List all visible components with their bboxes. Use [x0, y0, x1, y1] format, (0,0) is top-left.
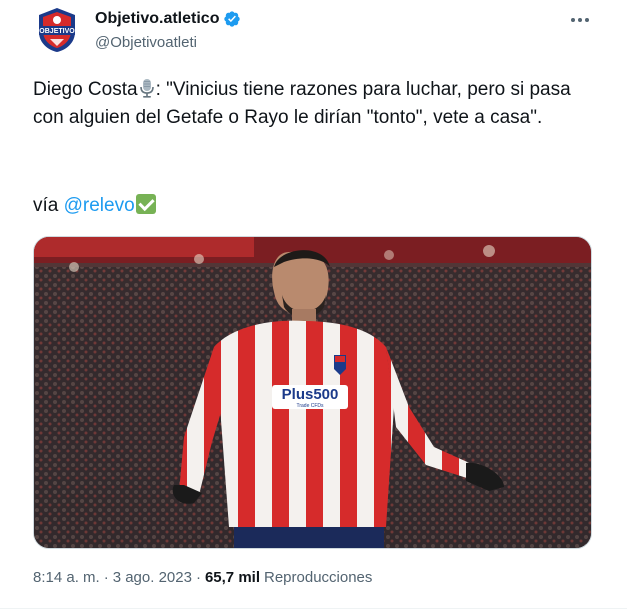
tweet-card[interactable]: OBJETIVO Objetivo.atletico @Objetivoatle… [0, 0, 627, 609]
tweet-text-part1: Diego Costa [33, 79, 138, 100]
jersey-sponsor: Plus500 [282, 386, 339, 403]
views-label: Reproducciones [264, 569, 373, 586]
separator: · [103, 569, 109, 586]
microphone-icon [139, 79, 154, 98]
verified-badge-icon[interactable] [223, 10, 241, 28]
author-name[interactable]: Objetivo.atletico [95, 10, 219, 28]
check-mark-icon [135, 194, 156, 214]
avatar[interactable]: OBJETIVO [33, 6, 81, 54]
avatar-text: OBJETIVO [39, 28, 75, 35]
player-photo: Plus500 Trade CFDs [34, 237, 591, 548]
tweet-photo[interactable]: Plus500 Trade CFDs [33, 236, 592, 549]
via-prefix: vía [33, 195, 64, 216]
mention-link[interactable]: @relevo [64, 195, 135, 216]
jersey-sponsor-sub: Trade CFDs [296, 403, 324, 409]
tweet-date[interactable]: 3 ago. 2023 [113, 569, 192, 586]
more-options-icon[interactable] [568, 12, 592, 28]
tweet-time[interactable]: 8:14 a. m. [33, 569, 100, 586]
via-line: vía @relevo [33, 194, 156, 217]
tweet-meta: 8:14 a. m. · 3 ago. 2023 · 65,7 mil Repr… [33, 569, 372, 586]
club-crest-logo: OBJETIVO [33, 6, 81, 54]
tweet-text: Diego Costa: "Vinicius tiene razones par… [33, 76, 588, 132]
separator: · [195, 569, 201, 586]
author-handle[interactable]: @Objetivoatleti [95, 34, 197, 51]
views-count: 65,7 mil [204, 569, 260, 586]
